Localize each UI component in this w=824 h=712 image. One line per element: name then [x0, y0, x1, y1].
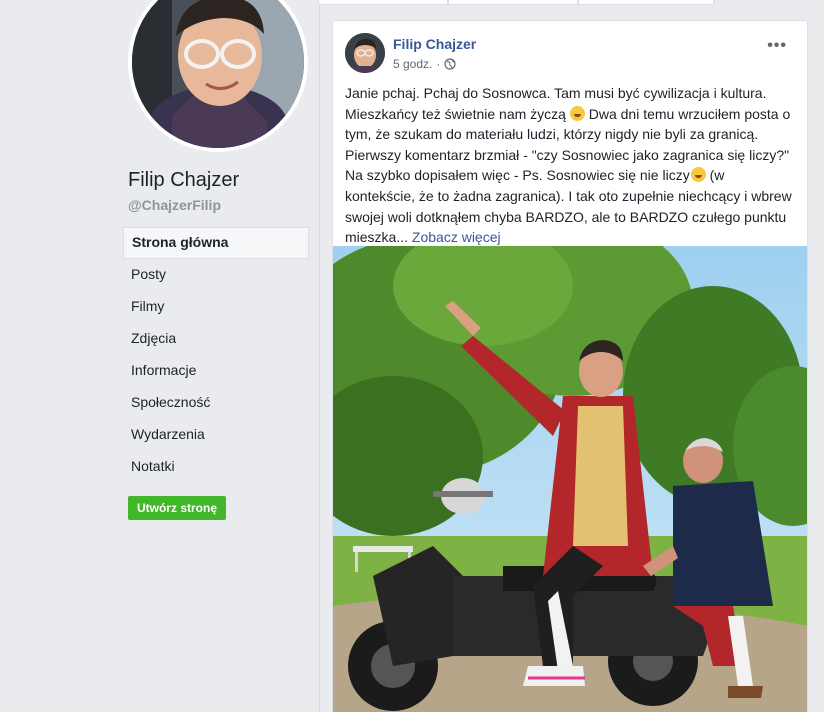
more-options-icon[interactable]: ••• [767, 37, 787, 55]
see-more-link[interactable]: Zobacz więcej [412, 229, 501, 245]
post-card: Filip Chajzer 5 godz. · ••• Janie pchaj.… [332, 20, 808, 712]
meta-separator: · [436, 57, 441, 71]
left-sidebar: Filip Chajzer @ChajzerFilip Strona główn… [0, 0, 320, 712]
nav-item-about[interactable]: Informacje [123, 355, 309, 387]
top-tab[interactable] [448, 0, 578, 5]
post-header: Filip Chajzer 5 godz. · ••• [345, 33, 795, 77]
page-title[interactable]: Filip Chajzer [128, 169, 239, 192]
nav-item-notes[interactable]: Notatki [123, 451, 309, 483]
post-body: Janie pchaj. Pchaj do Sosnowca. Tam musi… [345, 83, 797, 248]
author-avatar-graphic [345, 33, 385, 73]
profile-picture-frame[interactable] [128, 0, 308, 152]
top-tab[interactable] [578, 0, 714, 5]
page-nav: Strona główna Posty Filmy Zdjęcia Inform… [123, 227, 309, 483]
page-handle[interactable]: @ChajzerFilip [128, 197, 221, 213]
create-page-button[interactable]: Utwórz stronę [128, 496, 226, 520]
profile-photo-graphic [132, 0, 304, 148]
author-avatar[interactable] [345, 33, 385, 73]
grinning-emoji-icon [569, 105, 585, 121]
top-tab[interactable] [318, 0, 448, 5]
post-author-link[interactable]: Filip Chajzer [393, 36, 476, 52]
nav-item-community[interactable]: Społeczność [123, 387, 309, 419]
post-photo[interactable] [333, 246, 807, 712]
post-meta: 5 godz. · [393, 57, 456, 71]
nav-item-photos[interactable]: Zdjęcia [123, 323, 309, 355]
nav-item-videos[interactable]: Filmy [123, 291, 309, 323]
globe-icon[interactable] [444, 58, 456, 70]
top-tab-strip [318, 0, 824, 5]
nav-item-home[interactable]: Strona główna [123, 227, 309, 259]
nav-item-posts[interactable]: Posty [123, 259, 309, 291]
profile-picture[interactable] [132, 0, 304, 148]
post-photo-graphic [333, 246, 807, 712]
nav-item-events[interactable]: Wydarzenia [123, 419, 309, 451]
post-timestamp[interactable]: 5 godz. [393, 57, 432, 71]
main-feed: Filip Chajzer 5 godz. · ••• Janie pchaj.… [318, 0, 824, 712]
tongue-emoji-icon [690, 167, 706, 183]
